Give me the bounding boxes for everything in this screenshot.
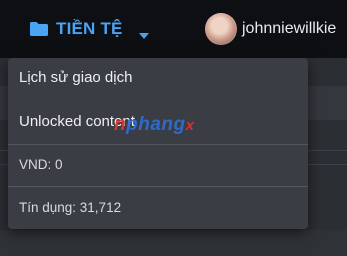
background-panel	[0, 230, 347, 256]
menu-divider	[8, 186, 308, 187]
menu-item-label: Unlocked content	[19, 113, 135, 130]
currency-dropdown: Lịch sử giao dịch Unlocked content VND: …	[8, 58, 308, 229]
menu-item-transaction-history[interactable]: Lịch sử giao dịch	[8, 58, 308, 98]
avatar[interactable]	[205, 13, 237, 45]
menu-item-unlocked-content[interactable]: Unlocked content	[8, 102, 308, 142]
vnd-balance: VND: 0	[19, 157, 63, 172]
credit-balance: Tín dụng: 31,712	[19, 200, 122, 215]
top-bar: TIỀN TỆ johnniewillkie	[0, 0, 347, 58]
folder-icon	[29, 21, 49, 37]
username[interactable]: johnniewillkie	[242, 20, 336, 38]
menu-item-label: Lịch sử giao dịch	[19, 69, 133, 86]
currency-menu-button[interactable]: TIỀN TỆ	[29, 17, 149, 41]
caret-down-icon	[138, 26, 149, 39]
currency-label: TIỀN TỆ	[56, 19, 123, 38]
user-menu[interactable]: johnniewillkie	[205, 12, 336, 46]
menu-divider	[8, 144, 308, 145]
